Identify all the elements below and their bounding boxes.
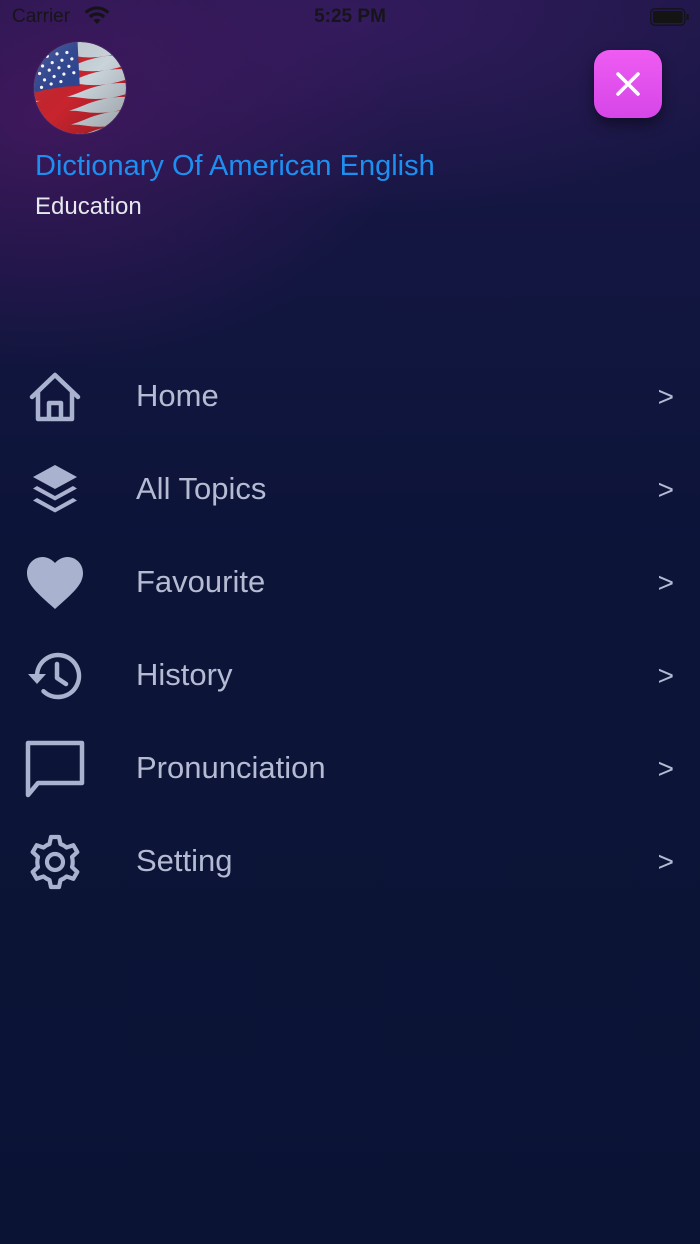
menu-item-label: Setting xyxy=(136,843,233,878)
chat-bubble-icon xyxy=(24,740,86,798)
chevron-right-icon: > xyxy=(657,846,674,877)
heart-icon xyxy=(24,554,86,612)
menu-item-all-topics[interactable]: All Topics > xyxy=(0,443,700,536)
side-menu-screen: Carrier 5:25 PM Dictionary Of American E… xyxy=(0,0,700,1244)
menu-item-label: All Topics xyxy=(136,471,267,506)
chevron-right-icon: > xyxy=(657,381,674,412)
menu-item-pronunciation[interactable]: Pronunciation > xyxy=(0,722,700,815)
close-menu-button[interactable] xyxy=(594,50,662,118)
gear-icon xyxy=(24,833,86,891)
chevron-right-icon: > xyxy=(657,567,674,598)
chevron-right-icon: > xyxy=(657,753,674,784)
menu-item-setting[interactable]: Setting > xyxy=(0,815,700,908)
menu-item-history[interactable]: History > xyxy=(0,629,700,722)
layers-icon xyxy=(24,461,86,519)
american-flag-icon xyxy=(34,42,126,134)
app-avatar xyxy=(34,42,126,134)
home-icon xyxy=(24,368,86,426)
app-category: Education xyxy=(35,193,142,220)
menu-item-label: Pronunciation xyxy=(136,750,326,785)
status-bar: Carrier 5:25 PM xyxy=(0,0,700,36)
battery-icon xyxy=(650,8,690,26)
menu-item-label: Home xyxy=(136,378,219,413)
side-menu: Home > All Topics > Favourite > History … xyxy=(0,350,700,908)
status-time: 5:25 PM xyxy=(314,6,386,27)
app-title: Dictionary Of American English xyxy=(35,150,435,182)
history-icon xyxy=(24,647,86,705)
chevron-right-icon: > xyxy=(657,474,674,505)
menu-item-label: History xyxy=(136,657,233,692)
close-icon xyxy=(616,72,640,96)
chevron-right-icon: > xyxy=(657,660,674,691)
menu-item-label: Favourite xyxy=(136,564,266,599)
menu-item-home[interactable]: Home > xyxy=(0,350,700,443)
menu-item-favourite[interactable]: Favourite > xyxy=(0,536,700,629)
